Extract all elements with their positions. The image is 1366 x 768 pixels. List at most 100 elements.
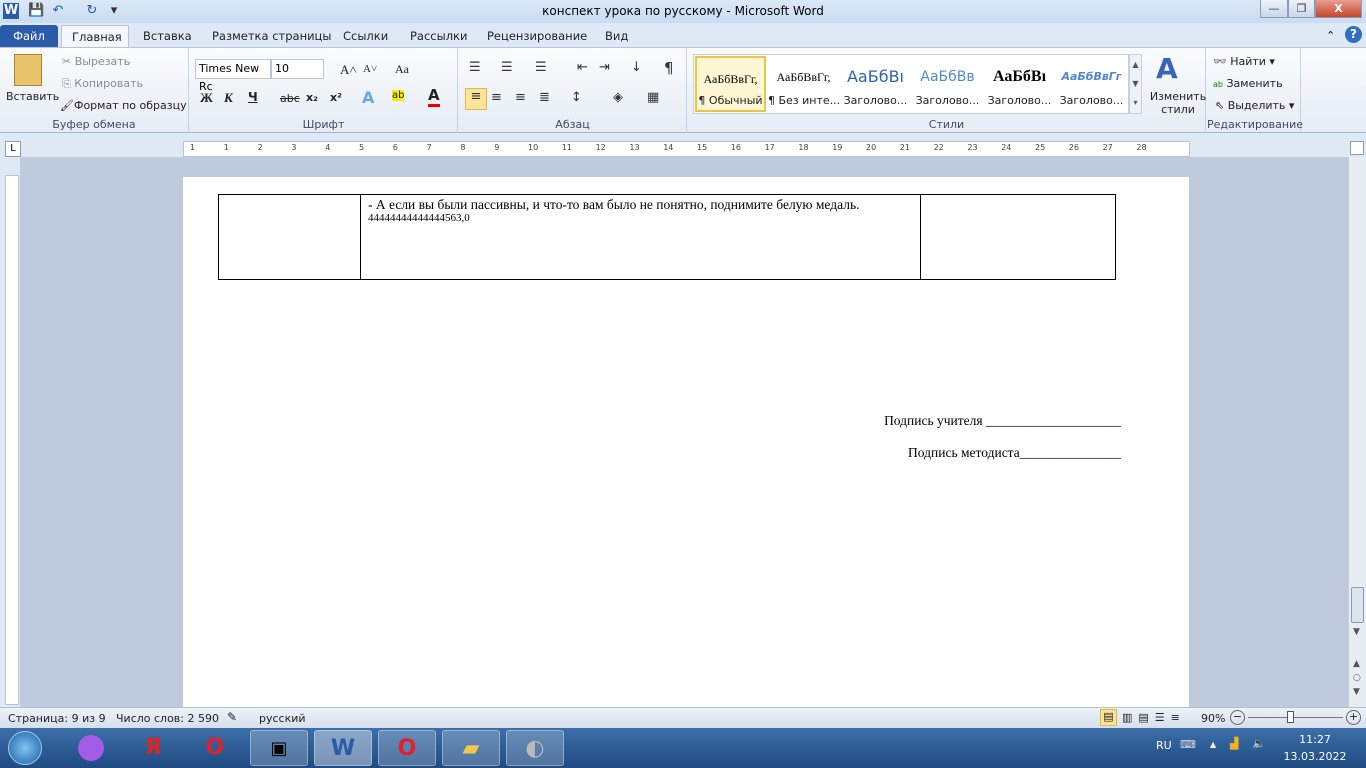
tab-file[interactable]: Файл <box>0 25 58 47</box>
italic-button[interactable]: К <box>224 90 233 106</box>
format-painter-button[interactable]: 🖌Формат по образцу <box>60 99 187 112</box>
vertical-ruler[interactable] <box>5 175 19 705</box>
opera-icon[interactable]: O <box>186 730 244 766</box>
style-title[interactable]: АаБбВı Заголово... <box>984 56 1055 112</box>
start-button[interactable] <box>8 731 42 765</box>
decrease-indent-icon[interactable]: ⇤ <box>577 60 588 75</box>
scroll-thumb[interactable] <box>1351 587 1364 623</box>
bullets-icon[interactable]: ☰ <box>469 60 481 75</box>
opera-taskbar-icon[interactable]: O <box>378 730 436 766</box>
tab-references[interactable]: Ссылки <box>333 25 398 47</box>
copy-button[interactable]: ⎘ Копировать <box>62 77 143 91</box>
table-cell[interactable] <box>920 194 1116 280</box>
view-ruler-icon[interactable] <box>1350 141 1364 155</box>
zoom-slider[interactable] <box>1248 717 1343 718</box>
network-icon[interactable]: ▟ <box>1230 737 1238 750</box>
font-name-select[interactable]: Times New Rc <box>195 59 271 93</box>
tab-review[interactable]: Рецензирование <box>477 25 597 47</box>
word-taskbar-icon[interactable]: W <box>314 730 372 766</box>
justify-icon[interactable]: ≣ <box>539 90 550 105</box>
tab-home[interactable]: Главная <box>61 25 129 47</box>
tab-insert[interactable]: Вставка <box>133 25 202 47</box>
underline-button[interactable]: Ч <box>248 90 258 104</box>
word-count[interactable]: Число слов: 2 590 <box>116 712 219 725</box>
numbering-icon[interactable]: ☰ <box>501 60 513 75</box>
highlight-icon[interactable]: ab <box>392 90 405 101</box>
font-color-icon[interactable]: A <box>428 86 440 107</box>
proofing-icon[interactable]: ✎ <box>227 710 237 724</box>
zoom-slider-thumb[interactable] <box>1287 711 1295 723</box>
keyboard-icon[interactable]: ⌨ <box>1180 738 1196 751</box>
select-button[interactable]: ⇖ Выделить ▾ <box>1215 99 1294 112</box>
vertical-scrollbar[interactable]: ▼ ▲ ○ ▼ <box>1348 157 1366 707</box>
browse-object-icons[interactable]: ▲ ○ ▼ <box>1353 657 1361 699</box>
table-cell[interactable] <box>218 194 361 280</box>
line-spacing-icon[interactable]: ↕ <box>571 90 582 105</box>
style-heading2[interactable]: АаБбВв Заголово... <box>912 56 983 112</box>
show-hidden-icons[interactable]: ▲ <box>1210 740 1216 749</box>
replace-button[interactable]: ab Заменить <box>1213 77 1283 90</box>
text-effects-icon[interactable]: A <box>362 88 374 107</box>
superscript-button[interactable]: x² <box>330 91 342 104</box>
maximize-button[interactable]: ❐ <box>1288 0 1315 18</box>
cut-button[interactable]: ✂ Вырезать <box>62 55 130 68</box>
minimize-ribbon-icon[interactable]: ⌃ <box>1326 29 1335 42</box>
align-center-icon[interactable]: ≡ <box>491 90 502 105</box>
shading-icon[interactable]: ◈ <box>613 90 623 105</box>
sort-icon[interactable]: ↓ <box>631 60 642 75</box>
style-heading1[interactable]: АаБбВı Заголово... <box>840 56 911 112</box>
ruler-number: 9 <box>494 143 500 152</box>
zoom-out-button[interactable]: − <box>1230 710 1245 725</box>
copy-icon: ⎘ <box>62 77 75 90</box>
style-no-spacing[interactable]: АаБбВвГг, ¶ Без инте... <box>768 56 840 112</box>
paste-icon[interactable] <box>14 54 42 86</box>
borders-icon[interactable]: ▦ <box>647 90 659 105</box>
change-styles-button[interactable]: Изменить стили <box>1147 90 1209 116</box>
style-subtitle[interactable]: АаБбВвГг Заголово... <box>1056 56 1127 112</box>
subscript-button[interactable]: x₂ <box>306 91 318 104</box>
styles-scroll[interactable]: ▲ ▼ ▾ <box>1129 54 1142 114</box>
explorer-icon[interactable]: ▰ <box>442 730 500 766</box>
language-indicator[interactable]: RU <box>1156 739 1172 752</box>
language[interactable]: русский <box>259 712 306 725</box>
zoom-in-button[interactable]: + <box>1346 710 1361 725</box>
clock-time[interactable]: 11:27 <box>1280 733 1350 746</box>
zoom-level[interactable]: 90% <box>1201 712 1225 725</box>
volume-icon[interactable]: 🔈 <box>1252 737 1266 750</box>
page[interactable]: - А если вы были пассивны, и что-то вам … <box>183 177 1189 717</box>
photo-viewer-icon[interactable]: ▣ <box>250 730 308 766</box>
close-button[interactable]: X <box>1315 0 1362 18</box>
change-styles-icon[interactable]: A <box>1156 52 1178 85</box>
view-buttons-icons[interactable]: ▥▤☰≡ <box>1122 711 1186 724</box>
find-button[interactable]: 👓 Найти ▾ <box>1213 55 1275 68</box>
bold-button[interactable]: Ж <box>200 90 213 106</box>
alice-icon[interactable] <box>62 730 120 766</box>
speaker-app-icon[interactable]: ◐ <box>506 730 564 766</box>
clock-date[interactable]: 13.03.2022 <box>1280 750 1350 763</box>
increase-indent-icon[interactable]: ⇥ <box>599 60 610 75</box>
font-size-select[interactable]: 10 <box>271 59 324 79</box>
page-counter[interactable]: Страница: 9 из 9 <box>8 712 106 725</box>
show-formatting-button[interactable]: ¶ <box>664 59 674 77</box>
change-case-button[interactable]: Aa <box>395 62 409 77</box>
help-icon[interactable]: ? <box>1345 26 1362 43</box>
minimize-button[interactable]: — <box>1260 0 1288 18</box>
scroll-down-icon[interactable]: ▼ <box>1353 627 1360 637</box>
shrink-font-button[interactable]: A˅ <box>363 63 377 75</box>
yandex-browser-icon[interactable]: Я <box>124 730 182 766</box>
paste-button[interactable]: Вставить <box>6 90 59 103</box>
align-right-icon[interactable]: ≡ <box>515 90 526 105</box>
multilevel-list-icon[interactable]: ☰ <box>535 60 547 75</box>
tab-mailings[interactable]: Рассылки <box>400 25 477 47</box>
grow-font-button[interactable]: A˄ <box>340 62 357 78</box>
tab-page-layout[interactable]: Разметка страницы <box>202 25 341 47</box>
tab-selector[interactable]: L <box>5 141 21 157</box>
table-cell[interactable]: - А если вы были пассивны, и что-то вам … <box>360 194 921 280</box>
horizontal-ruler[interactable]: 1 1 2 3 4 5 6 7 8 9 10 11 12 13 14 15 16 17 18 19 20 21 22 23 24… <box>183 141 1190 157</box>
tab-view[interactable]: Вид <box>595 25 638 47</box>
print-layout-icon[interactable]: ▤ <box>1100 709 1117 726</box>
align-left-icon[interactable]: ≡ <box>465 88 487 110</box>
style-normal[interactable]: АаБбВвГг, ¶ Обычный <box>695 56 766 112</box>
clipboard-group: Вставить ✂ Вырезать ⎘ Копировать 🖌Формат… <box>0 48 189 133</box>
strikethrough-button[interactable]: abc <box>280 92 300 105</box>
